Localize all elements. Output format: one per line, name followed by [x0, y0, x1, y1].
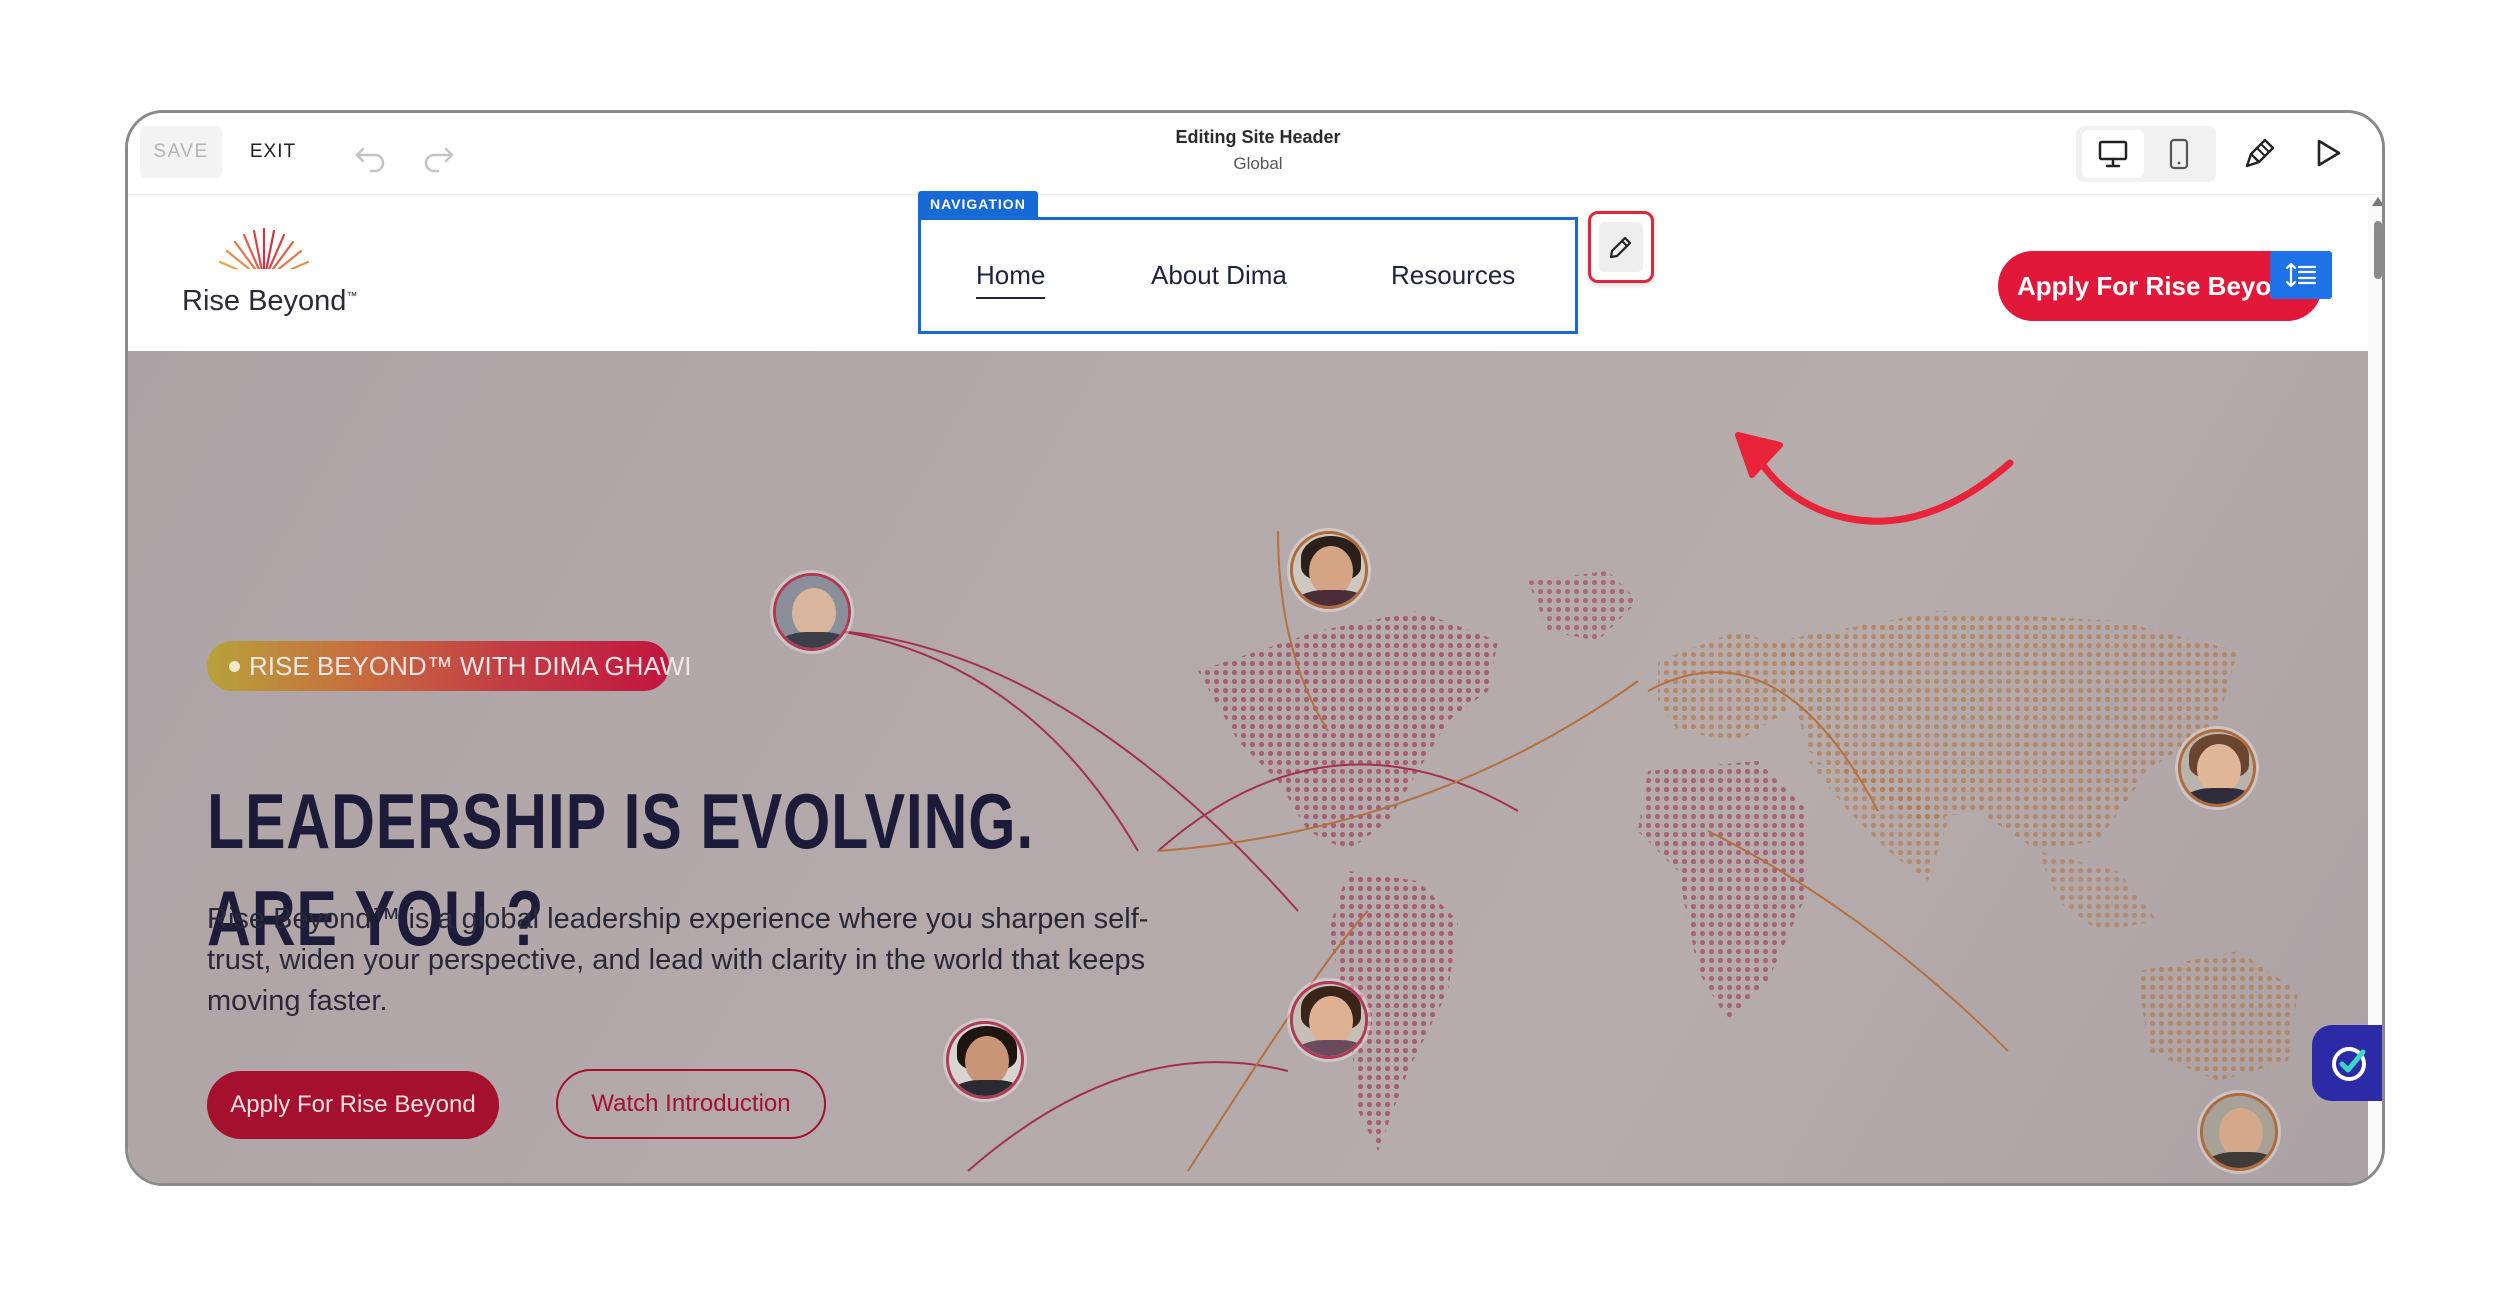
hero-description: Rise Beyond™ is a global leadership expe… — [207, 903, 1149, 1017]
editor-toolbar: SAVE EXIT Editing Site Header Global — [128, 113, 2382, 195]
redo-icon[interactable] — [418, 135, 456, 173]
sun-rays-icon — [204, 227, 324, 285]
tagline-dot — [229, 661, 240, 672]
undo-icon[interactable] — [353, 135, 391, 173]
save-button[interactable]: SAVE — [140, 126, 222, 178]
mobile-icon[interactable] — [2148, 130, 2210, 178]
logo-text: Rise Beyond™ — [182, 285, 358, 317]
scroll-down-icon[interactable] — [2372, 1178, 2382, 1183]
spacing-icon[interactable] — [2270, 251, 2332, 299]
desktop-icon[interactable] — [2082, 130, 2144, 178]
annotation-arrow — [1735, 432, 2014, 525]
exit-button[interactable]: EXIT — [238, 126, 308, 178]
chat-widget-icon[interactable] — [2312, 1025, 2382, 1101]
editing-subtitle: Global — [1233, 154, 1283, 173]
editor-frame: SAVE EXIT Editing Site Header Global Ris… — [125, 110, 2385, 1186]
site-header: Rise Beyond™ NAVIGATION Home About Dima … — [128, 191, 2368, 351]
apply-hero-button[interactable]: Apply For Rise Beyond — [207, 1071, 499, 1139]
connection-arcs — [837, 530, 2009, 1172]
editing-title: Editing Site Header — [1175, 127, 1341, 147]
navigation-selection[interactable]: Home About Dima Resources — [918, 217, 1578, 334]
avatar-man-bald — [773, 573, 851, 651]
hero-section: RISE BEYOND™ WITH DIMA GHAWI LEADERSHIP … — [128, 351, 2368, 1183]
device-switcher — [2076, 126, 2216, 182]
brush-icon[interactable] — [2234, 127, 2286, 179]
hero-title-line1: LEADERSHIP IS EVOLVING. — [207, 777, 1035, 865]
edit-navigation-button[interactable] — [1588, 211, 1654, 283]
pencil-icon — [1599, 222, 1643, 272]
play-icon[interactable] — [2302, 127, 2354, 179]
hero-tagline-badge: RISE BEYOND™ WITH DIMA GHAWI — [207, 641, 692, 691]
watch-introduction-button[interactable]: Watch Introduction — [556, 1069, 826, 1139]
avatar-woman-3 — [1290, 981, 1368, 1059]
avatar-woman-2 — [2178, 729, 2256, 807]
scrollbar-thumb[interactable] — [2374, 221, 2382, 279]
hero-tagline: RISE BEYOND™ WITH DIMA GHAWI — [249, 650, 692, 681]
nav-link-home[interactable]: Home — [976, 260, 1046, 299]
navigation-tag: NAVIGATION — [918, 191, 1038, 217]
avatar-woman-1 — [1290, 531, 1368, 609]
nav-link-resources[interactable]: Resources — [1391, 260, 1515, 291]
avatar-woman-4 — [946, 1021, 1024, 1099]
scroll-up-icon[interactable] — [2372, 197, 2382, 206]
logo[interactable]: Rise Beyond™ — [182, 225, 362, 325]
nav-link-about[interactable]: About Dima — [1151, 260, 1287, 291]
avatar-man-2 — [2200, 1093, 2278, 1171]
